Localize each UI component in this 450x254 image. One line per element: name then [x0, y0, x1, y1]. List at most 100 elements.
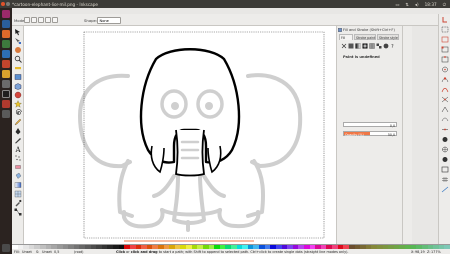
- layer-select[interactable]: (root): [74, 250, 83, 254]
- software-center-icon[interactable]: [2, 70, 10, 78]
- blur-slider[interactable]: 0,0: [343, 122, 397, 128]
- elephant-drawing: [78, 31, 325, 242]
- paint-status: Paint is undefined: [343, 55, 380, 59]
- dash-icon[interactable]: [2, 10, 10, 18]
- mode-paraxial-button[interactable]: [45, 17, 51, 23]
- snap-centers-icon[interactable]: [441, 66, 449, 73]
- tab-stroke-style[interactable]: Stroke style: [377, 34, 399, 40]
- cursor-x-label: X:: [411, 249, 415, 254]
- connector-tool-icon[interactable]: [14, 208, 22, 216]
- inkscape-icon[interactable]: [2, 90, 10, 98]
- stroke-width-value[interactable]: 0,5: [54, 250, 59, 254]
- close-icon[interactable]: [1, 2, 5, 6]
- selector-tool-icon[interactable]: [14, 28, 22, 36]
- unset-paint-icon[interactable]: ?: [390, 43, 396, 49]
- snap-toggle-icon[interactable]: [441, 16, 449, 23]
- snap-cusp-icon[interactable]: [441, 106, 449, 113]
- svg-text:A: A: [15, 146, 22, 153]
- node-tool-icon[interactable]: [14, 37, 22, 45]
- blur-value[interactable]: 0,0: [390, 124, 395, 128]
- snap-object-midpoints-icon[interactable]: [441, 126, 449, 133]
- tweak-tool-icon[interactable]: [14, 46, 22, 54]
- files-icon[interactable]: [2, 20, 10, 28]
- linear-gradient-icon[interactable]: [355, 43, 361, 49]
- zoom-tool-icon[interactable]: [14, 55, 22, 63]
- shape-label: Shape:: [84, 17, 98, 23]
- fill-indicator-value[interactable]: Unset: [22, 250, 32, 254]
- libreoffice-writer-icon[interactable]: [2, 50, 10, 58]
- calligraphy-tool-icon[interactable]: [14, 136, 22, 144]
- text-tool-icon[interactable]: A: [14, 145, 22, 153]
- power-icon[interactable]: ⏻: [443, 2, 446, 7]
- drawing-canvas[interactable]: [24, 26, 336, 244]
- clock[interactable]: 18:37: [425, 2, 437, 7]
- spiral-tool-icon[interactable]: [14, 109, 22, 117]
- snap-text-baseline-icon[interactable]: [441, 156, 449, 163]
- snap-intersections-icon[interactable]: [441, 96, 449, 103]
- flat-color-icon[interactable]: [348, 43, 354, 49]
- app-icon[interactable]: [2, 100, 10, 108]
- pattern-icon[interactable]: [376, 43, 382, 49]
- window-title: *cartoon-elephant-lior-mil.png - Inkscap…: [12, 1, 98, 7]
- minimize-icon[interactable]: [6, 2, 10, 6]
- stroke-indicator-value[interactable]: Unset: [42, 250, 52, 254]
- tab-stroke-paint[interactable]: Stroke paint: [354, 34, 376, 40]
- paint-bucket-tool-icon[interactable]: [14, 172, 22, 180]
- 3d-box-tool-icon[interactable]: [14, 82, 22, 90]
- libreoffice-impress-icon[interactable]: [2, 60, 10, 68]
- spray-tool-icon[interactable]: [14, 154, 22, 162]
- snap-grid-icon[interactable]: [441, 176, 449, 183]
- fill-indicator-label: Fill:: [14, 249, 20, 254]
- trash-icon[interactable]: [2, 244, 10, 252]
- snap-nodes-icon[interactable]: [441, 76, 449, 83]
- star-tool-icon[interactable]: [14, 100, 22, 108]
- snap-bbox-edges-icon[interactable]: [441, 36, 449, 43]
- rectangle-tool-icon[interactable]: [14, 73, 22, 81]
- fill-stroke-icon: [338, 27, 342, 32]
- status-message-rest: to start a path; with Shift to append to…: [158, 249, 349, 254]
- mode-straight-button[interactable]: [52, 17, 58, 23]
- mode-regular-bezier-button[interactable]: [24, 17, 30, 23]
- swatch-icon[interactable]: [383, 43, 389, 49]
- network-icon[interactable]: ⇅: [405, 2, 409, 7]
- shape-select[interactable]: None: [97, 16, 121, 24]
- opacity-label: Opacity (%): [345, 132, 364, 137]
- firefox-icon[interactable]: [2, 30, 10, 38]
- snap-object-centers-icon[interactable]: [441, 136, 449, 143]
- snap-smooth-icon[interactable]: [441, 116, 449, 123]
- snap-midpoints-icon[interactable]: [441, 56, 449, 63]
- pencil-tool-icon[interactable]: [14, 118, 22, 126]
- no-paint-icon[interactable]: [341, 43, 347, 49]
- tab-stroke-style-label: Stroke style: [379, 36, 398, 40]
- tool-controls-bar: Mode: Shape: None: [12, 14, 450, 26]
- launcher: [0, 8, 12, 254]
- opacity-value[interactable]: 50,0: [388, 133, 395, 137]
- ellipse-tool-icon[interactable]: [14, 91, 22, 99]
- snap-rotation-center-icon[interactable]: [441, 146, 449, 153]
- zoom-value[interactable]: 177%: [431, 250, 441, 254]
- terminal-icon[interactable]: [2, 110, 10, 118]
- mode-bspline-button[interactable]: [38, 17, 44, 23]
- snap-paths-icon[interactable]: [441, 86, 449, 93]
- pen-tool-icon[interactable]: [14, 127, 22, 135]
- snap-page-border-icon[interactable]: [441, 166, 449, 173]
- system-tray: ▭ ⇅ ◂) 18:37 ⏻: [395, 2, 446, 7]
- settings-icon[interactable]: [2, 80, 10, 88]
- snap-bbox-icon[interactable]: [441, 26, 449, 33]
- gradient-tool-icon[interactable]: [14, 181, 22, 189]
- keyboard-icon[interactable]: ▭: [395, 2, 399, 7]
- mode-spiro-button[interactable]: [31, 17, 37, 23]
- volume-icon[interactable]: ◂): [415, 2, 419, 7]
- measure-tool-icon[interactable]: [14, 64, 22, 72]
- snap-bbox-corners-icon[interactable]: [441, 46, 449, 53]
- radial-gradient-icon[interactable]: [362, 43, 368, 49]
- commands-bar: [402, 26, 412, 244]
- snap-guide-icon[interactable]: [441, 186, 449, 193]
- libreoffice-calc-icon[interactable]: [2, 40, 10, 48]
- eraser-tool-icon[interactable]: [14, 163, 22, 171]
- dropper-tool-icon[interactable]: [14, 199, 22, 207]
- opacity-slider[interactable]: Opacity (%) 50,0: [343, 131, 397, 137]
- tab-fill[interactable]: Fill: [339, 34, 353, 40]
- mesh-gradient-icon[interactable]: [369, 43, 375, 49]
- mesh-tool-icon[interactable]: [14, 190, 22, 198]
